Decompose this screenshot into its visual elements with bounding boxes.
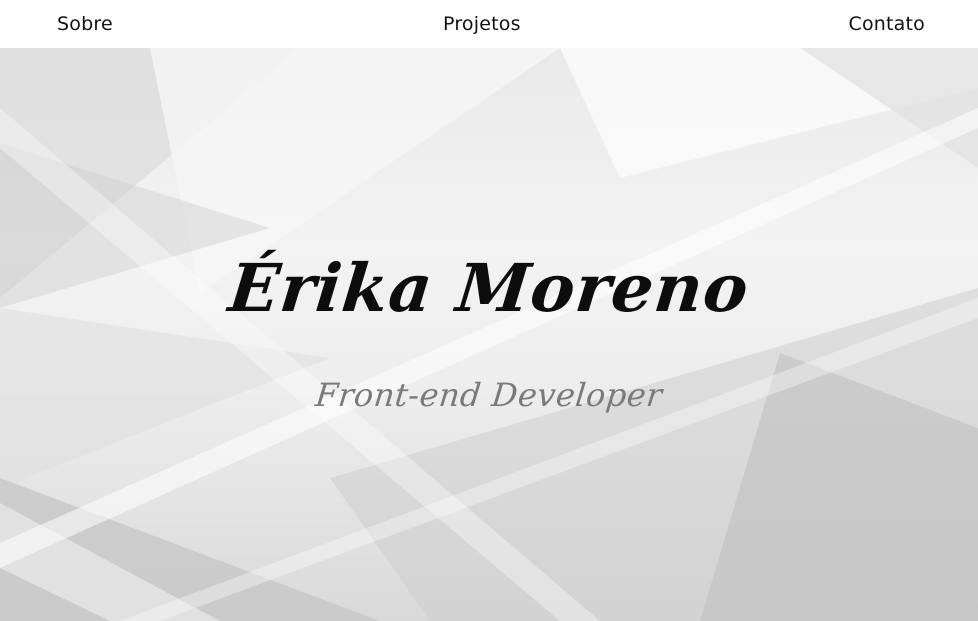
nav-link-projetos[interactable]: Projetos (443, 11, 521, 37)
nav-link-sobre[interactable]: Sobre (57, 11, 113, 37)
hero-role: Front-end Developer (313, 376, 665, 414)
hero-name: Érika Moreno (225, 249, 753, 327)
hero-section: Érika Moreno Front-end Developer (0, 48, 978, 621)
top-navigation: Sobre Projetos Contato (0, 0, 978, 48)
nav-link-contato[interactable]: Contato (848, 11, 925, 37)
